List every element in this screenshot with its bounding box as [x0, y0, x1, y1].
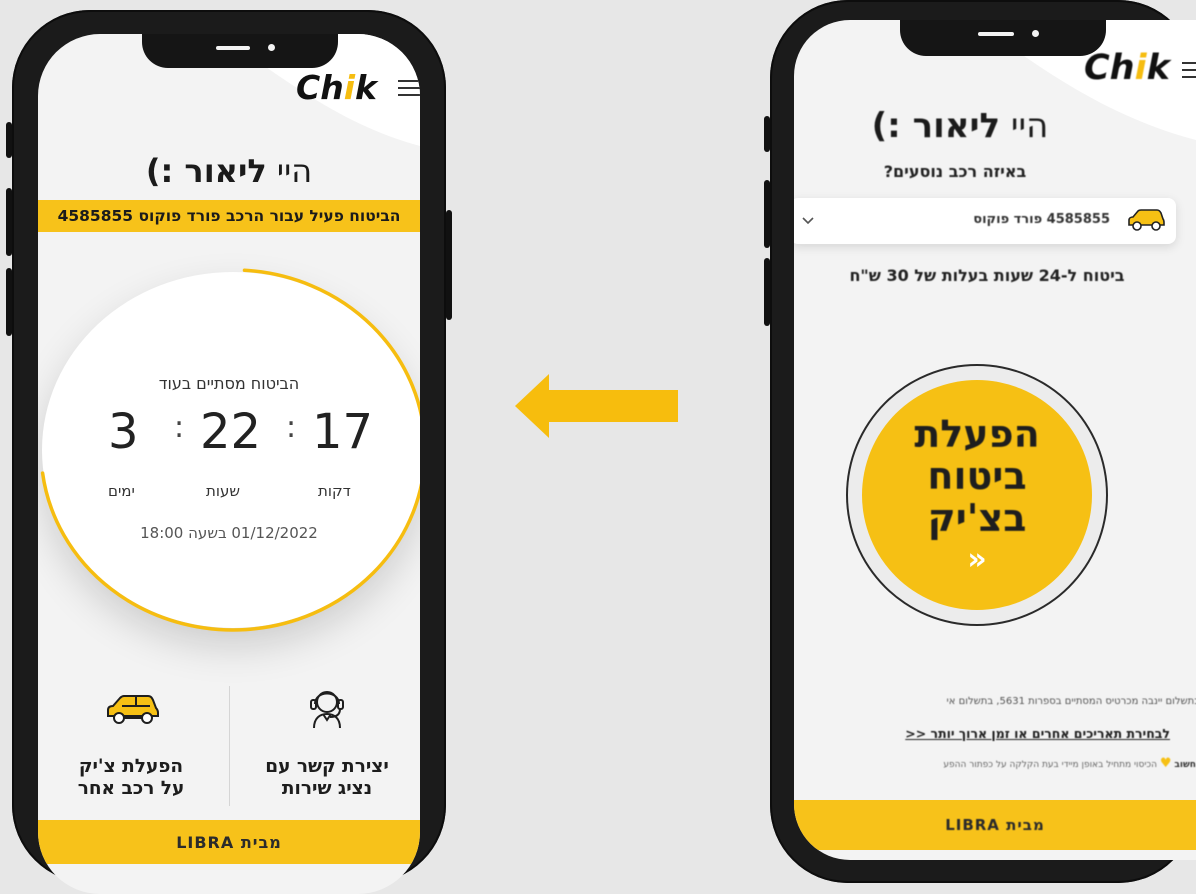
contact-support-label-1: יצירת קשר עם: [265, 756, 389, 777]
cta-line-3: בצ'יק: [927, 496, 1027, 540]
cta-line-2: ביטוח: [927, 454, 1027, 498]
notch: [900, 20, 1106, 56]
menu-icon[interactable]: [398, 80, 420, 101]
price-note: ביטוח ל-24 שעות בעלות של 30 ש"ח: [849, 266, 1125, 285]
activate-other-car-label-1: הפעלת צ'יק: [78, 756, 184, 777]
double-chevron-icon: «: [967, 542, 987, 577]
activate-insurance-button[interactable]: הפעלת ביטוח בצ'יק «: [862, 380, 1092, 610]
coverage-note-bold: חשוב: [1174, 760, 1196, 770]
libra-footer: מבית LIBRA: [794, 800, 1196, 850]
notch: [142, 34, 338, 68]
menu-icon[interactable]: [1182, 62, 1196, 83]
payment-terms: בתשלום יינבה מכרטיס המסתיים בספרות 5631,…: [946, 696, 1196, 707]
chik-logo: Chik: [1084, 48, 1170, 88]
left-phone: Chik היי ליאור :) הביטוח פעיל עבור הרכב …: [6, 10, 452, 894]
coverage-note-text: הכיסוי מתחיל באופן מיידי בעת הקלקה על כפ…: [943, 760, 1157, 770]
libra-footer: מבית LIBRA: [38, 820, 420, 864]
chik-logo: Chik: [296, 68, 377, 107]
contact-support-tile[interactable]: יצירת קשר עם נציג שירות: [234, 680, 420, 810]
end-datetime: 01/12/2022 בשעה 18:00: [140, 524, 318, 542]
car-icon: [107, 695, 159, 724]
days-label: ימים: [108, 482, 135, 500]
tiles-divider: [229, 686, 230, 806]
hours-label: שעות: [206, 482, 240, 500]
activate-other-car-tile[interactable]: הפעלת צ'יק על רכב אחר: [38, 680, 224, 810]
selected-vehicle: 4585855 פורד פוקוס: [973, 212, 1110, 227]
heart-icon: ♥: [1159, 756, 1172, 771]
direction-arrow-icon: [515, 374, 678, 438]
countdown-hours: 22: [200, 404, 262, 460]
countdown-separator: :: [174, 410, 185, 445]
activate-other-car-label-2: על רכב אחר: [77, 778, 185, 799]
right-screen: Chik היי ליאור :) באיזה רכב נוסעים? 4585…: [794, 20, 1196, 860]
countdown-days: 3: [108, 404, 139, 460]
countdown-separator: :: [286, 410, 297, 445]
car-icon: [1128, 209, 1165, 231]
chevron-down-icon: [802, 217, 814, 225]
vehicle-question: באיזה רכב נוסעים?: [883, 162, 1027, 181]
active-insurance-banner: הביטוח פעיל עבור הרכב פורד פוקוס 4585855: [38, 200, 420, 232]
other-dates-link[interactable]: לבחירת תאריכים אחרים או זמן ארוך יותר <<: [794, 726, 1170, 741]
coverage-note: חשוב ♥ הכיסוי מתחיל באופן מיידי בעת הקלק…: [794, 756, 1196, 771]
cta-line-1: הפעלת: [914, 412, 1040, 456]
countdown-title: הביטוח מסתיים בעוד: [158, 374, 300, 393]
minutes-label: דקות: [318, 482, 351, 500]
left-screen: Chik היי ליאור :) הביטוח פעיל עבור הרכב …: [38, 34, 420, 894]
countdown-minutes: 17: [312, 404, 374, 460]
contact-support-label-2: נציג שירות: [281, 778, 373, 799]
right-phone: Chik היי ליאור :) באיזה רכב נוסעים? 4585…: [764, 0, 1196, 883]
vehicle-selector[interactable]: 4585855 פורד פוקוס: [794, 198, 1176, 244]
support-agent-icon: [310, 691, 344, 729]
